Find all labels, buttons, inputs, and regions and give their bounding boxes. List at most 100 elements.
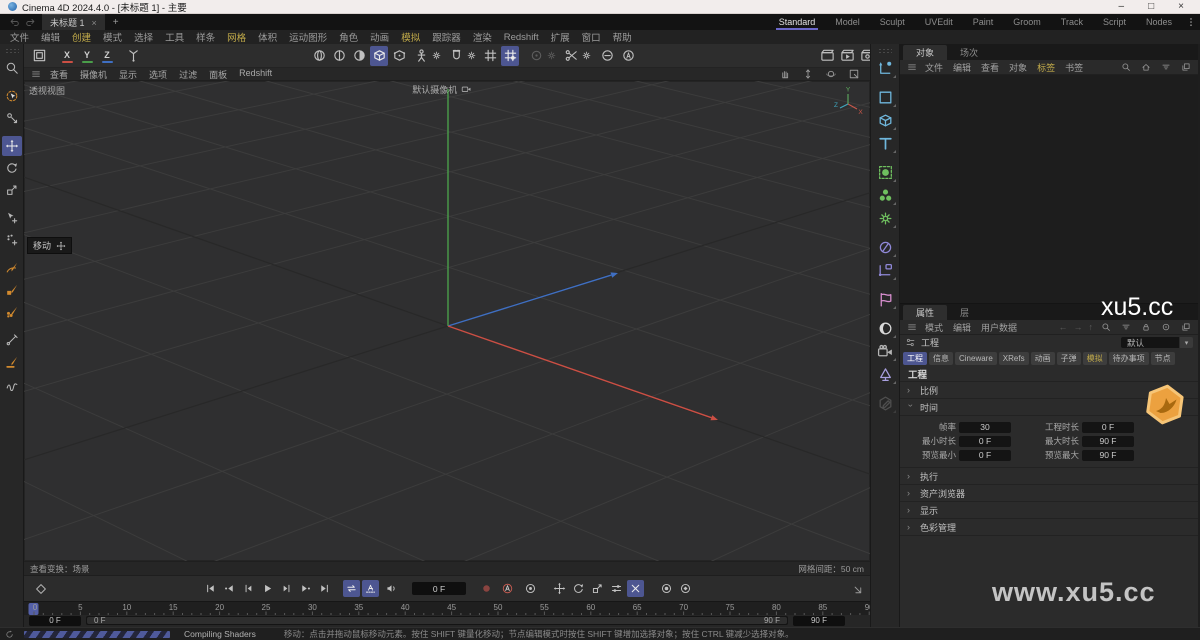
om-menu-0[interactable]: 文件 xyxy=(920,61,948,74)
go-to-next-key-button[interactable] xyxy=(297,580,314,597)
preset-dropdown[interactable]: 默认 ▾ xyxy=(1121,337,1193,348)
layout-tab-script[interactable]: Script xyxy=(1093,14,1136,30)
section-header-3[interactable]: ›资产浏览器 xyxy=(900,485,1198,502)
workplane-grid-button[interactable] xyxy=(481,46,499,66)
live-selection-button[interactable] xyxy=(2,86,22,106)
isolate-mode-button[interactable] xyxy=(598,46,616,66)
menu-item-11[interactable]: 动画 xyxy=(364,30,395,44)
hamburger-icon[interactable] xyxy=(31,69,41,79)
attribute-chip-8[interactable]: 节点 xyxy=(1151,352,1175,365)
viewport-menu-4[interactable]: 过滤 xyxy=(173,68,203,81)
object-manager-tab-1[interactable]: 场次 xyxy=(947,45,991,60)
workplane-button[interactable] xyxy=(30,46,48,66)
layout-tab-standard[interactable]: Standard xyxy=(769,14,826,30)
undo-icon[interactable] xyxy=(6,17,22,28)
chevron-down-icon[interactable]: ▾ xyxy=(1180,337,1193,348)
attribute-chip-1[interactable]: 信息 xyxy=(929,352,953,365)
range-end-field[interactable]: 90 F xyxy=(793,616,845,626)
cloth-button[interactable] xyxy=(873,288,897,311)
menu-item-10[interactable]: 角色 xyxy=(333,30,364,44)
viewport-menu-0[interactable]: 查看 xyxy=(44,68,74,81)
render-view-button[interactable] xyxy=(818,46,836,66)
document-tab[interactable]: 未标题 1 × xyxy=(42,14,105,30)
axis-gizmo[interactable]: YZX xyxy=(831,85,865,119)
redo-icon[interactable] xyxy=(22,17,38,28)
loop-mode-button[interactable] xyxy=(343,580,360,597)
key-pla-button[interactable] xyxy=(627,580,644,597)
material-tools-button[interactable] xyxy=(873,392,897,415)
object-tree[interactable] xyxy=(900,75,1198,304)
attr-popout-button[interactable] xyxy=(1181,322,1191,332)
camera-object-button[interactable] xyxy=(873,340,897,363)
menu-item-14[interactable]: 渲染 xyxy=(467,30,498,44)
attribute-manager-tab-1[interactable]: 层 xyxy=(947,305,982,320)
move-tool-button[interactable] xyxy=(2,136,22,156)
om-menu-4[interactable]: 标签 xyxy=(1032,61,1060,74)
am-menu-1[interactable]: 编辑 xyxy=(948,321,976,334)
menu-item-7[interactable]: 网格 xyxy=(221,30,252,44)
perspective-viewport[interactable]: 透视视图 默认摄像机 移动 YZX xyxy=(24,81,870,561)
timeline-resize-handle[interactable] xyxy=(848,580,865,597)
scale-tool-button[interactable] xyxy=(2,180,22,200)
tab-close-icon[interactable]: × xyxy=(92,18,97,28)
viewport-menu-1[interactable]: 摄像机 xyxy=(74,68,113,81)
spline-smooth-tool-button[interactable] xyxy=(2,352,22,372)
menu-item-9[interactable]: 运动图形 xyxy=(283,30,333,44)
go-to-end-button[interactable] xyxy=(316,580,333,597)
autokeying-button[interactable] xyxy=(499,580,516,597)
menu-item-8[interactable]: 体积 xyxy=(252,30,283,44)
close-button[interactable]: × xyxy=(1178,2,1184,12)
menu-item-0[interactable]: 文件 xyxy=(4,30,35,44)
menu-item-5[interactable]: 工具 xyxy=(159,30,190,44)
go-to-next-frame-button[interactable] xyxy=(278,580,295,597)
key-position-button[interactable] xyxy=(551,580,568,597)
range-pill[interactable] xyxy=(87,617,787,624)
key-rotation-button[interactable] xyxy=(570,580,587,597)
cut-settings-button[interactable] xyxy=(580,46,593,66)
viewport-toggle-button[interactable] xyxy=(848,68,860,80)
solo-off-button[interactable] xyxy=(658,580,675,597)
attribute-chip-3[interactable]: XRefs xyxy=(999,352,1029,365)
x-axis-lock-button[interactable]: X xyxy=(58,46,76,66)
snap-settings-button[interactable] xyxy=(465,46,478,66)
field-最小时长[interactable]: 0 F xyxy=(959,436,1011,447)
current-frame-field[interactable]: 0 F xyxy=(412,582,466,595)
menu-item-13[interactable]: 跟踪器 xyxy=(426,30,467,44)
play-forwards-button[interactable] xyxy=(259,580,276,597)
attribute-chip-7[interactable]: 待办事项 xyxy=(1109,352,1149,365)
volume-button[interactable] xyxy=(873,317,897,340)
menu-item-6[interactable]: 样条 xyxy=(190,30,221,44)
attribute-chip-2[interactable]: Cineware xyxy=(955,352,997,365)
attribute-chip-4[interactable]: 动画 xyxy=(1031,352,1055,365)
spline-rect-tool-button[interactable] xyxy=(2,280,22,300)
palette-drag-handle[interactable] xyxy=(878,48,892,54)
find-zoom-button[interactable] xyxy=(2,58,22,78)
display-isoparms-button[interactable] xyxy=(330,46,348,66)
generators-button[interactable] xyxy=(873,184,897,207)
field-预览最大[interactable]: 90 F xyxy=(1082,450,1134,461)
layout-tab-nodes[interactable]: Nodes xyxy=(1136,14,1182,30)
attribute-chip-0[interactable]: 工程 xyxy=(903,352,927,365)
field-工程时长[interactable]: 0 F xyxy=(1082,422,1134,433)
layout-tab-model[interactable]: Model xyxy=(825,14,870,30)
modeling-axis-button[interactable] xyxy=(527,46,545,66)
spline-arc-tool-button[interactable] xyxy=(2,258,22,278)
selection-move-button[interactable] xyxy=(2,208,22,228)
attr-track-button[interactable] xyxy=(1161,322,1171,332)
rotate-tool-button[interactable] xyxy=(2,158,22,178)
z-axis-lock-button[interactable]: Z xyxy=(98,46,116,66)
attribute-chip-5[interactable]: 子弹 xyxy=(1057,352,1081,365)
multi-move-button[interactable] xyxy=(2,230,22,250)
fields-button[interactable] xyxy=(873,236,897,259)
tweak-selection-button[interactable] xyxy=(2,108,22,128)
menu-item-2[interactable]: 创建 xyxy=(66,30,97,44)
am-menu-2[interactable]: 用户数据 xyxy=(976,321,1022,334)
character-settings-button[interactable] xyxy=(430,46,443,66)
palette-drag-handle[interactable] xyxy=(5,48,19,54)
field-预览最小[interactable]: 0 F xyxy=(959,450,1011,461)
history-arrow-0[interactable]: ← xyxy=(1058,322,1069,332)
attr-filter-button[interactable] xyxy=(1121,322,1131,332)
menu-item-18[interactable]: 帮助 xyxy=(607,30,638,44)
menu-item-4[interactable]: 选择 xyxy=(128,30,159,44)
object-search-button[interactable] xyxy=(1121,62,1131,72)
